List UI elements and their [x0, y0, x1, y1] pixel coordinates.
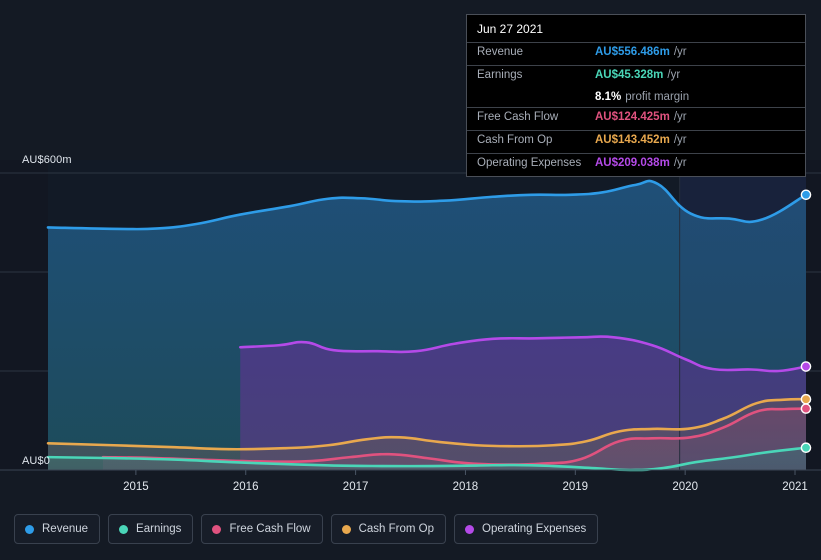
tooltip-metric-name: Free Cash Flow — [477, 111, 559, 123]
series-endpoint-operating-expenses[interactable] — [800, 361, 812, 372]
tooltip-metric-unit: /yr — [673, 111, 687, 123]
legend-color-dot-icon — [465, 524, 475, 534]
series-endpoint-revenue[interactable] — [800, 189, 812, 201]
series-endpoint-free-cash-flow[interactable] — [800, 403, 812, 414]
y-axis-label-top: AU$600m — [22, 154, 72, 166]
chart-tooltip: Jun 27 2021 Revenue AU$556.486m/yr Earning… — [466, 14, 806, 177]
legend-item-label: Earnings — [136, 523, 182, 535]
tooltip-row: Operating Expenses AU$209.038m/yr — [467, 153, 805, 176]
tooltip-profit-margin-label: profit margin — [625, 91, 690, 103]
x-tick-2017: 2017 — [342, 481, 369, 493]
tooltip-profit-margin-value: 8.1% — [595, 91, 622, 103]
tooltip-row: Earnings AU$45.328m/yr — [467, 65, 805, 88]
tooltip-metric-name: Earnings — [477, 69, 523, 81]
y-axis-label-zero: AU$0 — [22, 455, 50, 467]
series-endpoint-earnings[interactable] — [800, 442, 812, 454]
tooltip-metric-unit: /yr — [667, 69, 681, 81]
x-axis-labels: 2015 2016 2017 2018 2019 2020 2021 — [0, 481, 821, 499]
legend-color-dot-icon — [119, 524, 129, 534]
tooltip-metric-name: Revenue — [477, 46, 524, 58]
tooltip-metric-unit: /yr — [673, 46, 687, 58]
legend-color-dot-icon — [25, 524, 34, 534]
series-endpoint-cash-from-op[interactable] — [800, 393, 812, 405]
legend-item-label: Operating Expenses — [482, 523, 587, 535]
tooltip-metric-value: AU$143.452m — [595, 134, 670, 146]
tooltip-date: Jun 27 2021 — [477, 22, 544, 36]
x-tick-2019: 2019 — [562, 481, 589, 493]
legend-item-label: Free Cash Flow — [229, 523, 311, 535]
chart-legend[interactable]: Revenue Earnings Free Cash Flow Cash From O… — [14, 514, 599, 544]
x-tick-2018: 2018 — [452, 481, 479, 493]
x-tick-2020: 2020 — [672, 481, 698, 493]
tooltip-metric-value: AU$124.425m — [595, 111, 670, 123]
tooltip-metric-name: Operating Expenses — [477, 157, 582, 169]
tooltip-row: Revenue AU$556.486m/yr — [467, 42, 805, 65]
legend-item-cash-from-op[interactable]: Cash From Op — [330, 514, 447, 544]
x-tick-2021: 2021 — [782, 481, 808, 493]
legend-item-label: Revenue — [42, 523, 89, 535]
legend-item-earnings[interactable]: Earnings — [108, 514, 194, 544]
tooltip-metric-unit: /yr — [673, 157, 687, 169]
financial-performance-chart: AU$600m AU$0 2015 2016 2017 2018 2019 2020 202… — [0, 0, 821, 560]
tooltip-row: Free Cash Flow AU$124.425m/yr — [467, 107, 805, 130]
legend-color-dot-icon — [212, 524, 222, 534]
legend-item-operating-expenses[interactable]: Operating Expenses — [454, 514, 599, 544]
tooltip-profit-margin-row: 8.1% profit margin — [467, 88, 805, 107]
tooltip-metric-unit: /yr — [673, 134, 687, 146]
tooltip-rows: Revenue AU$556.486m/yr Earnings AU$45.328m /… — [467, 42, 805, 176]
tooltip-row: Cash From Op AU$143.452m/yr — [467, 130, 805, 153]
tooltip-metric-value: AU$209.038m — [595, 157, 670, 169]
legend-item-revenue[interactable]: Revenue — [14, 514, 101, 544]
tooltip-metric-value: AU$556.486m — [595, 46, 670, 58]
legend-color-dot-icon — [341, 524, 351, 534]
tooltip-metric-value: AU$45.328m — [595, 69, 664, 81]
x-tick-2016: 2016 — [232, 481, 259, 493]
x-tick-2015: 2015 — [123, 481, 149, 493]
legend-item-free-cash-flow[interactable]: Free Cash Flow — [201, 514, 323, 544]
tooltip-metric-name: Cash From Op — [477, 134, 553, 146]
legend-item-label: Cash From Op — [358, 523, 435, 535]
